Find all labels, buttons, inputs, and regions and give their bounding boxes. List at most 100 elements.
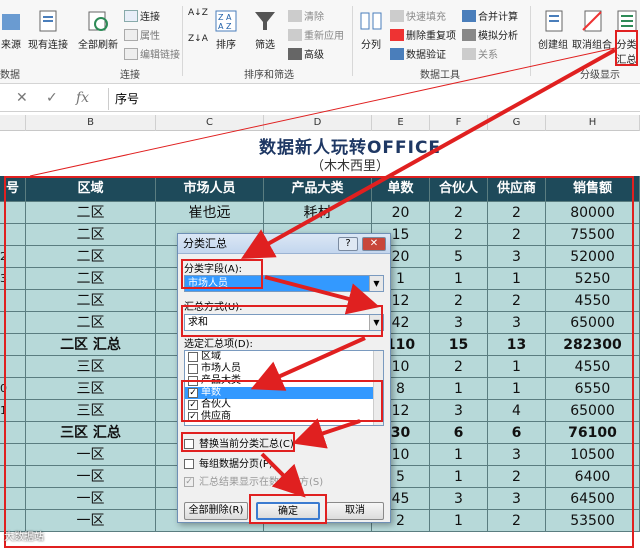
table-cell[interactable]: 3 xyxy=(430,312,488,334)
row-number-cell[interactable] xyxy=(0,290,26,312)
row-number-cell[interactable] xyxy=(0,422,26,444)
replace-current-checkbox[interactable]: 替换当前分类汇总(C) xyxy=(184,438,294,451)
row-number-cell[interactable] xyxy=(0,312,26,334)
table-cell[interactable]: 3 xyxy=(488,444,546,466)
list-item[interactable]: ✓ 供应商 xyxy=(185,411,383,423)
table-header-cell[interactable]: 市场人员 xyxy=(156,176,264,202)
checkbox-checked-icon[interactable]: ✓ xyxy=(188,388,198,398)
table-cell[interactable]: 1 xyxy=(430,466,488,488)
properties-button[interactable]: 属性 xyxy=(124,27,160,42)
table-cell[interactable]: 2 xyxy=(488,290,546,312)
table-header-cell[interactable]: 单数 xyxy=(372,176,430,202)
table-cell[interactable]: 52000 xyxy=(546,246,640,268)
table-cell[interactable]: 2 xyxy=(430,290,488,312)
table-cell[interactable]: 4 xyxy=(488,400,546,422)
table-cell[interactable]: 耗材 xyxy=(264,202,372,224)
subtotal-button[interactable]: 分类汇总 xyxy=(613,8,640,66)
table-cell[interactable]: 282300 xyxy=(546,334,640,356)
table-cell[interactable]: 二区 xyxy=(26,268,156,290)
row-number-cell[interactable] xyxy=(0,356,26,378)
checkbox-icon[interactable] xyxy=(188,364,198,374)
cancel-button[interactable]: 取消 xyxy=(326,502,384,520)
table-cell[interactable]: 2 xyxy=(488,510,546,532)
table-cell[interactable]: 一区 xyxy=(26,444,156,466)
table-cell[interactable]: 3 xyxy=(488,312,546,334)
table-cell[interactable]: 二区 xyxy=(26,290,156,312)
table-cell[interactable]: 3 xyxy=(430,488,488,510)
table-cell[interactable]: 1 xyxy=(430,444,488,466)
group-button[interactable]: 创建组 xyxy=(536,8,570,51)
table-cell[interactable]: 2 xyxy=(430,202,488,224)
table-cell[interactable]: 1 xyxy=(488,268,546,290)
clear-button[interactable]: 清除 xyxy=(288,8,324,23)
list-item[interactable]: ✓ 合伙人 xyxy=(185,399,383,411)
table-cell[interactable]: 53500 xyxy=(546,510,640,532)
row-number-cell[interactable] xyxy=(0,202,26,224)
edit-links-button[interactable]: 编辑链接 xyxy=(124,46,180,61)
list-scrollbar[interactable] xyxy=(373,351,383,425)
list-item[interactable]: ✓ 单数 xyxy=(185,387,383,399)
checkbox-icon[interactable] xyxy=(188,376,198,386)
table-header-cell[interactable]: 销售额 xyxy=(546,176,640,202)
table-cell[interactable]: 6400 xyxy=(546,466,640,488)
row-number-cell[interactable] xyxy=(0,488,26,510)
get-data-source-button[interactable]: 来源 xyxy=(0,8,22,51)
table-cell[interactable]: 3 xyxy=(488,246,546,268)
checkbox-checked-icon[interactable]: ✓ xyxy=(188,400,198,410)
row-number-cell[interactable]: 3 xyxy=(0,268,26,290)
table-cell[interactable]: 二区 xyxy=(26,224,156,246)
table-cell[interactable]: 5 xyxy=(430,246,488,268)
row-number-cell[interactable] xyxy=(0,224,26,246)
ungroup-button[interactable]: 取消组合 xyxy=(572,8,612,51)
table-cell[interactable]: 二区 xyxy=(26,246,156,268)
text-to-columns-button[interactable]: 分列 xyxy=(356,8,386,51)
column-header-c[interactable]: C xyxy=(156,115,264,131)
table-cell[interactable]: 三区 xyxy=(26,356,156,378)
column-header-g[interactable]: G xyxy=(488,115,546,131)
row-number-cell[interactable]: 1 xyxy=(0,400,26,422)
subtotal-items-list[interactable]: 区域 市场人员 产品大类 ✓ 单数 ✓ 合伙人 ✓ 供应商 xyxy=(184,350,384,426)
table-cell[interactable]: 三区 汇总 xyxy=(26,422,156,444)
table-cell[interactable]: 65000 xyxy=(546,400,640,422)
row-number-cell[interactable] xyxy=(0,334,26,356)
table-cell[interactable]: 6 xyxy=(488,422,546,444)
table-cell[interactable]: 64500 xyxy=(546,488,640,510)
reapply-button[interactable]: 重新应用 xyxy=(288,27,344,42)
connections-button[interactable]: 连接 xyxy=(124,8,160,23)
checkbox-icon[interactable] xyxy=(188,352,198,362)
column-header-f[interactable]: F xyxy=(430,115,488,131)
table-cell[interactable]: 2 xyxy=(430,356,488,378)
column-header-d[interactable]: D xyxy=(264,115,372,131)
table-cell[interactable]: 10500 xyxy=(546,444,640,466)
summary-below-checkbox[interactable]: ✓ 汇总结果显示在数据下方(S) xyxy=(184,476,323,489)
consolidate-button[interactable]: 合并计算 xyxy=(462,8,518,23)
sort-asc-button[interactable]: A↓Z xyxy=(188,8,208,18)
table-header-cell[interactable]: 合伙人 xyxy=(430,176,488,202)
table-cell[interactable]: 二区 汇总 xyxy=(26,334,156,356)
what-if-button[interactable]: 模拟分析 xyxy=(462,27,518,42)
column-header-h[interactable]: H xyxy=(546,115,640,131)
table-cell[interactable]: 15 xyxy=(430,334,488,356)
remove-all-button[interactable]: 全部删除(R) xyxy=(184,502,248,520)
table-cell[interactable]: 3 xyxy=(488,488,546,510)
checkbox-checked-icon[interactable]: ✓ xyxy=(188,412,198,422)
table-cell[interactable]: 5250 xyxy=(546,268,640,290)
fx-icon[interactable]: fx xyxy=(76,90,89,106)
enter-formula-icon[interactable]: ✓ xyxy=(46,90,58,106)
column-header-e[interactable]: E xyxy=(372,115,430,131)
table-cell[interactable]: 1 xyxy=(488,378,546,400)
function-select[interactable]: 求和 ▼ xyxy=(184,314,384,331)
table-cell[interactable]: 二区 xyxy=(26,202,156,224)
column-header-a[interactable] xyxy=(0,115,26,131)
table-cell[interactable]: 6550 xyxy=(546,378,640,400)
existing-connections-button[interactable]: 现有连接 xyxy=(26,8,70,51)
row-number-cell[interactable] xyxy=(0,466,26,488)
filter-button[interactable]: 筛选 xyxy=(250,8,280,51)
table-cell[interactable]: 3 xyxy=(430,400,488,422)
relationships-button[interactable]: 关系 xyxy=(462,46,498,61)
table-cell[interactable]: 4550 xyxy=(546,290,640,312)
cancel-formula-icon[interactable]: ✕ xyxy=(16,90,28,106)
table-cell[interactable]: 一区 xyxy=(26,488,156,510)
table-cell[interactable]: 1 xyxy=(488,356,546,378)
table-cell[interactable]: 崔也远 xyxy=(156,202,264,224)
